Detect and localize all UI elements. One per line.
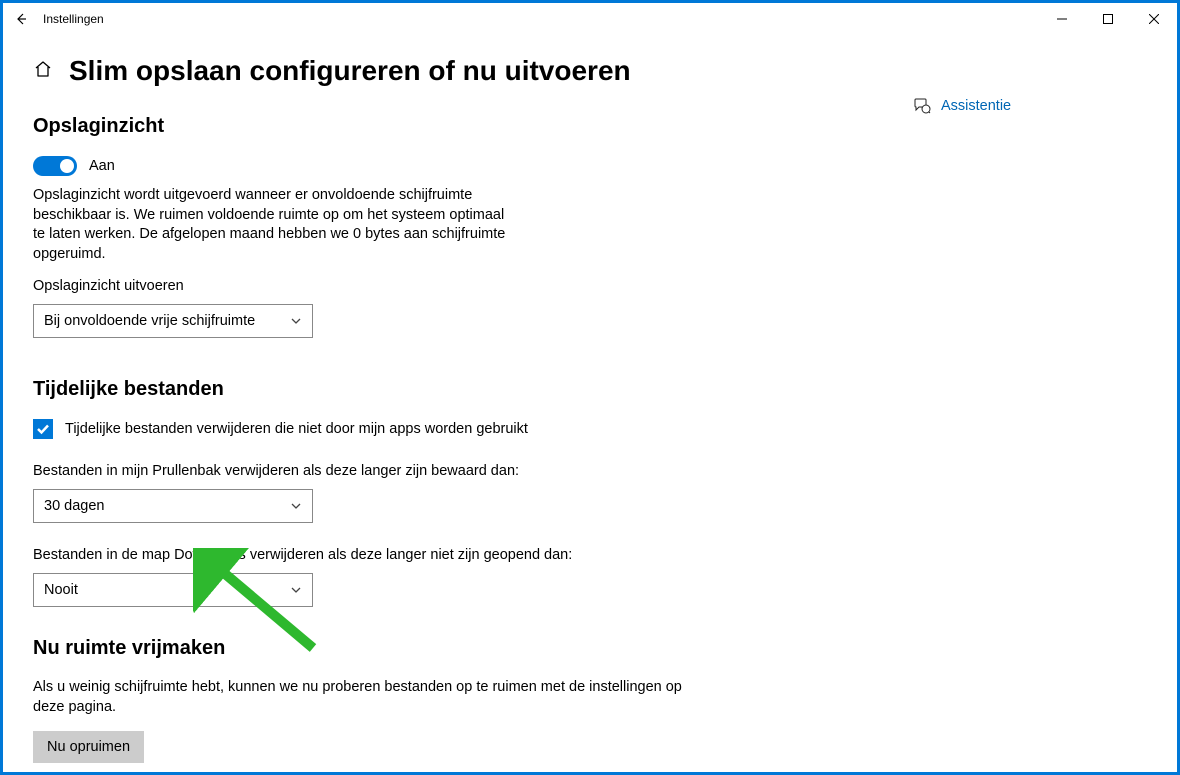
recycle-bin-label: Bestanden in mijn Prullenbak verwijderen… (33, 463, 693, 479)
storage-sense-toggle[interactable] (33, 156, 77, 176)
toggle-knob (60, 159, 74, 173)
downloads-label: Bestanden in de map Downloads verwijdere… (33, 547, 693, 563)
dropdown-value: Nooit (44, 582, 78, 598)
dropdown-value: Bij onvoldoende vrije schijfruimte (44, 313, 255, 329)
maximize-button[interactable] (1085, 3, 1131, 35)
delete-temp-label: Tijdelijke bestanden verwijderen die nie… (65, 421, 528, 437)
storage-sense-heading: Opslaginzicht (33, 115, 693, 138)
arrow-left-icon (14, 12, 28, 26)
chevron-down-icon (290, 584, 302, 596)
downloads-dropdown[interactable]: Nooit (33, 573, 313, 607)
chat-help-icon (913, 97, 931, 115)
toggle-label: Aan (89, 158, 115, 174)
chevron-down-icon (290, 315, 302, 327)
recycle-bin-dropdown[interactable]: 30 dagen (33, 489, 313, 523)
help-label: Assistentie (941, 98, 1011, 114)
window-title: Instellingen (39, 12, 104, 26)
temp-files-heading: Tijdelijke bestanden (33, 378, 693, 401)
help-link[interactable]: Assistentie (913, 97, 1011, 115)
close-icon (1149, 14, 1159, 24)
check-icon (36, 422, 50, 436)
minimize-button[interactable] (1039, 3, 1085, 35)
back-button[interactable] (3, 3, 39, 35)
window-controls (1039, 3, 1177, 35)
run-storage-sense-label: Opslaginzicht uitvoeren (33, 278, 693, 294)
free-now-heading: Nu ruimte vrijmaken (33, 637, 693, 660)
run-storage-sense-dropdown[interactable]: Bij onvoldoende vrije schijfruimte (33, 304, 313, 338)
delete-temp-checkbox[interactable] (33, 419, 53, 439)
maximize-icon (1103, 14, 1113, 24)
home-icon[interactable] (33, 59, 53, 84)
titlebar: Instellingen (3, 3, 1177, 35)
storage-sense-description: Opslaginzicht wordt uitgevoerd wanneer e… (33, 186, 513, 264)
dropdown-value: 30 dagen (44, 498, 104, 514)
close-button[interactable] (1131, 3, 1177, 35)
free-now-description: Als u weinig schijfruimte hebt, kunnen w… (33, 678, 693, 717)
chevron-down-icon (290, 500, 302, 512)
minimize-icon (1057, 14, 1067, 24)
clean-now-button[interactable]: Nu opruimen (33, 731, 144, 763)
page-title: Slim opslaan configureren of nu uitvoere… (69, 55, 631, 87)
